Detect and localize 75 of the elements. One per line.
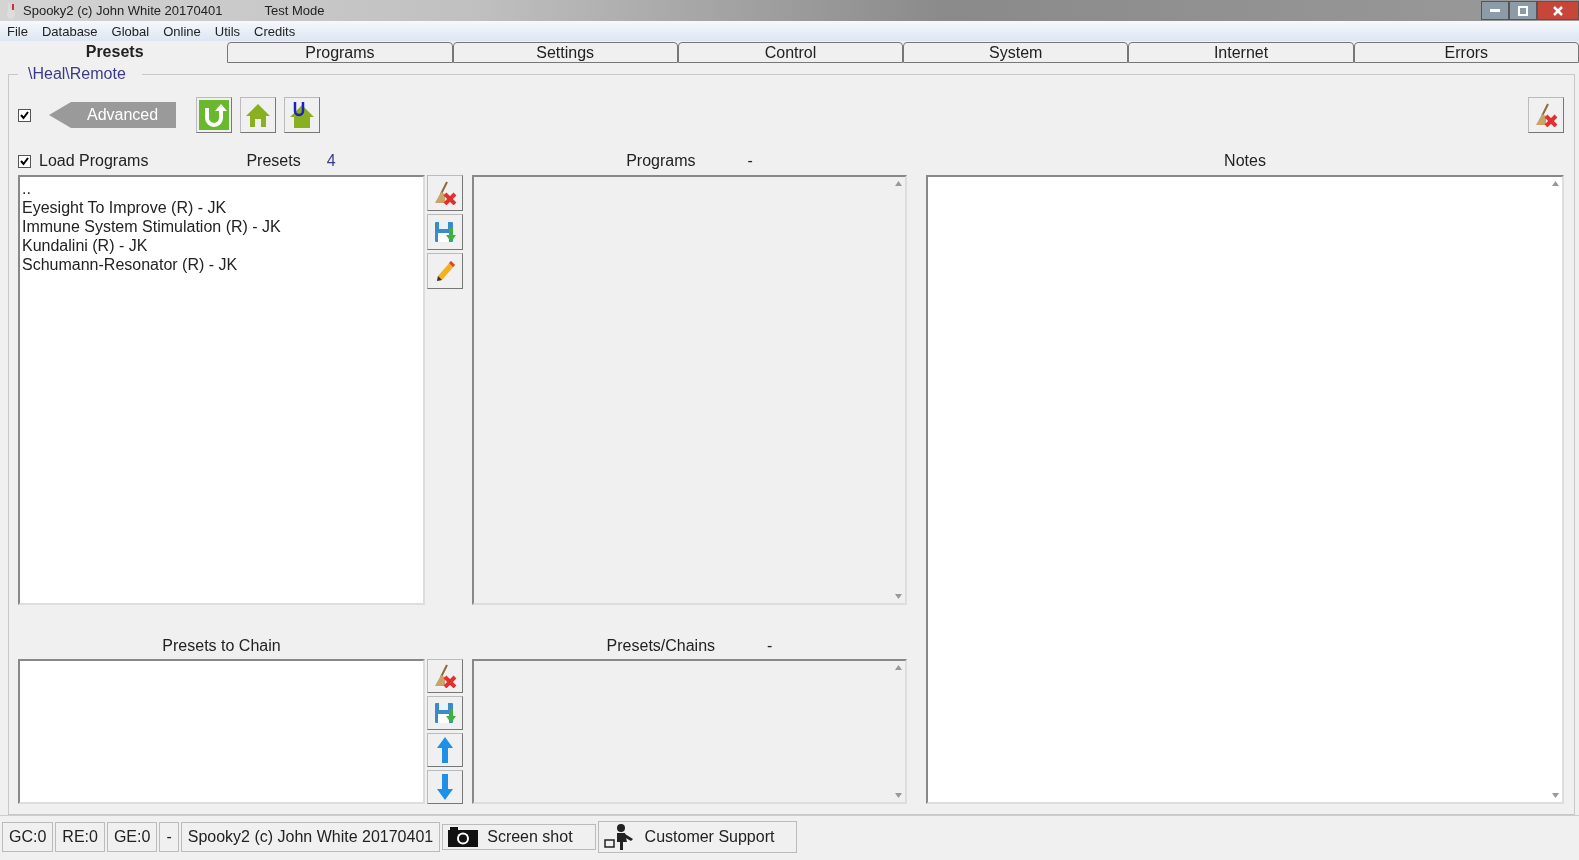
window-mode: Test Mode [264,3,325,18]
presets-chains-count: - [767,637,773,655]
tab[interactable]: Presets [2,41,228,63]
list-item[interactable]: Schumann-Resonator (R) - JK [22,255,421,274]
presets-list[interactable]: .. Eyesight To Improve (R) - JK Immune System Stimulation (R) - JK Kundalini (R) - JK Schumann-Resonator (R) - JK [18,175,425,605]
presets-count: 4 [326,152,336,170]
status-cell: RE:0 [55,822,105,852]
home-icon [245,102,272,128]
save-button[interactable] [427,696,463,730]
status-cell: Spooky2 (c) John White 20170401 [180,822,441,852]
checkbox[interactable] [18,108,31,122]
menu-item[interactable]: Database [41,23,98,39]
load-programs-label: Load Programs [39,152,149,170]
menu-item[interactable]: Utils [214,23,241,39]
move-down-button[interactable] [427,770,463,804]
support-button[interactable]: Customer Support [597,821,798,853]
checkbox[interactable] [18,154,31,168]
status-cell: GC:0 [2,822,54,852]
broom-delete-icon [432,664,458,688]
list-item[interactable]: Eyesight To Improve (R) - JK [22,198,421,217]
scroll-up-icon[interactable] [894,181,902,186]
arrow-down-icon [436,773,454,801]
minimize-button[interactable] [1481,1,1509,20]
refresh-button[interactable] [196,97,233,133]
tab[interactable]: Control [677,42,904,63]
arrow-up-icon [436,736,454,764]
scroll-down-icon[interactable] [894,793,902,798]
broom-delete-icon [432,181,458,205]
scroll-down-icon[interactable] [1551,793,1559,798]
screenshot-button[interactable]: Screen shot [442,824,596,850]
notes-label: Notes [1224,152,1266,170]
window-title: Spooky2 (c) John White 20170401 [23,3,223,18]
menu-item[interactable]: Global [111,23,150,39]
menu-item[interactable]: File [7,23,28,39]
scroll-up-icon[interactable] [894,665,902,670]
close-icon [1553,5,1563,16]
save-icon [433,701,457,725]
minimize-icon [1490,8,1500,13]
edit-button[interactable] [427,253,463,289]
presets-chains-label: Presets/Chains [606,637,716,655]
tab[interactable]: System [903,42,1129,63]
save-icon [433,220,457,244]
clear-button[interactable] [1528,97,1564,133]
group-title: \Heal\Remote [27,65,127,83]
status-cell: GE:0 [106,822,158,852]
clear-button[interactable] [427,659,463,693]
scroll-up-icon[interactable] [1551,181,1559,186]
tab[interactable]: Errors [1353,42,1579,63]
menu-item[interactable]: Credits [254,23,296,39]
menu-item[interactable]: Online [163,23,201,39]
tab[interactable]: Settings [452,42,678,63]
tab[interactable]: Programs [227,42,453,63]
move-up-button[interactable] [427,733,463,767]
presets-label: Presets [246,152,301,170]
status-cell: - [159,822,179,852]
list-item[interactable]: .. [22,179,421,198]
maximize-icon [1518,5,1528,16]
scroll-down-icon[interactable] [894,594,902,599]
presets-to-chain-label: Presets to Chain [162,637,281,655]
refresh-icon [199,100,230,130]
maximize-button[interactable] [1509,1,1537,20]
camera-icon [447,826,480,848]
list-item[interactable]: Immune System Stimulation (R) - JK [22,217,421,236]
home-up-button[interactable] [284,97,321,133]
close-button[interactable] [1537,1,1579,20]
save-button[interactable] [427,214,463,250]
tab[interactable]: Internet [1128,42,1354,63]
list-item[interactable]: Kundalini (R) - JK [22,236,421,255]
broom-delete-icon [1533,103,1559,127]
home-button[interactable] [240,97,277,133]
programs-count: - [747,152,753,170]
rabbit-icon [5,2,17,19]
home-u-icon [289,101,316,129]
programs-label: Programs [626,152,696,170]
clear-button[interactable] [427,175,463,211]
